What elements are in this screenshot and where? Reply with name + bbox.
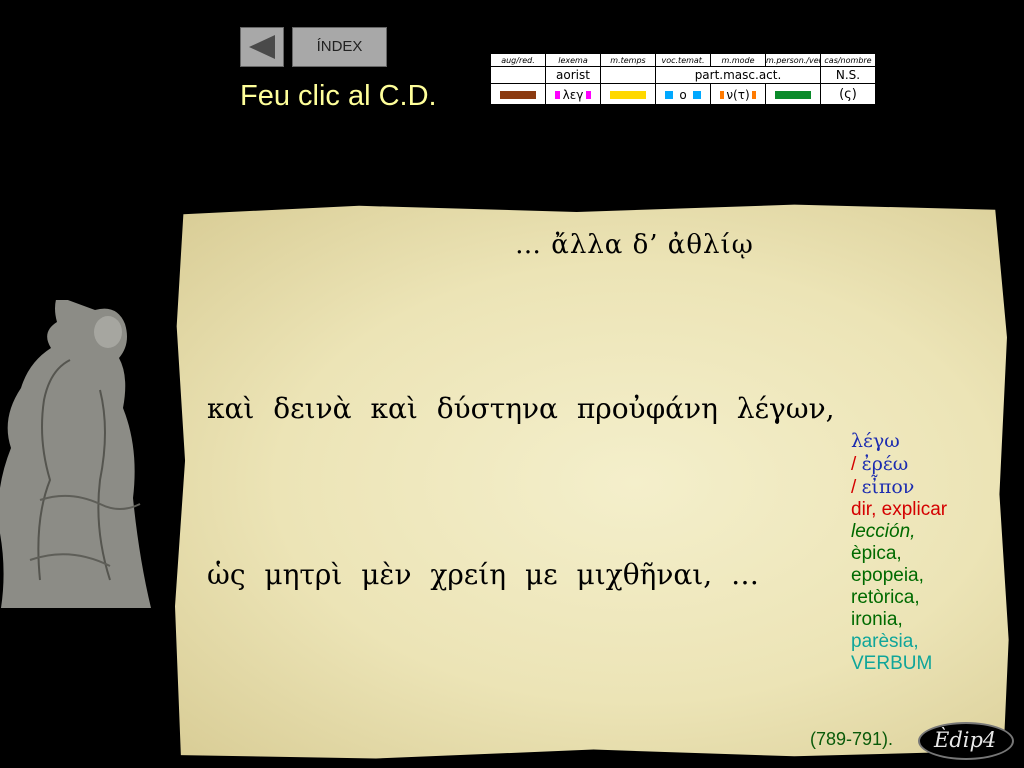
color-chip xyxy=(607,88,649,102)
derivative-paresia: parèsia, xyxy=(851,631,919,652)
color-cell-thematic: ο xyxy=(655,83,711,105)
index-button[interactable]: ÍNDEX xyxy=(292,27,387,67)
color-chip xyxy=(772,88,814,102)
cell-participle: part.masc.act. xyxy=(655,66,821,84)
header-person: m.person./veu xyxy=(765,53,821,67)
derivative-epopeia: epopeia, xyxy=(851,565,924,586)
cell-empty xyxy=(490,66,546,84)
meaning-explicar: explicar xyxy=(881,499,948,520)
derivative-verbum: VERBUM xyxy=(851,653,933,674)
color-cell-lexeme: λεγ xyxy=(545,83,601,105)
vocabulary-notes: λέγω / ἐρέω / εἶπον dir, explicar lecció… xyxy=(851,430,947,675)
back-arrow-icon xyxy=(249,35,275,59)
derivative-ironia: ironia, xyxy=(851,609,903,630)
slash-2: / xyxy=(851,477,857,498)
derivative-leccion: lección, xyxy=(851,521,916,542)
color-cell-tense xyxy=(600,83,656,105)
color-cell-person xyxy=(765,83,821,105)
mood-chip: ν(τ) xyxy=(717,88,759,102)
color-chip xyxy=(497,88,539,102)
thematic-chip: ο xyxy=(662,88,704,102)
meaning-dir: dir, xyxy=(851,499,877,520)
cell-case-value: N.S. xyxy=(820,66,876,84)
mood-text: ν(τ) xyxy=(724,88,752,102)
edip-badge: Èdip4 xyxy=(918,722,1014,760)
lexeme-chip: λεγ xyxy=(552,88,594,102)
greek-line-1: … ἄλλα δ’ ἀθλίῳ xyxy=(515,230,754,260)
greek-line-2: καὶ δεινὰ καὶ δύστηνα προὐφάνη λέγων, xyxy=(207,392,835,425)
derivative-retorica: retòrica, xyxy=(851,587,920,608)
greek-line-3: ὡς μητρὶ μὲν χρείη με μιχθῆναι, … xyxy=(207,558,760,591)
header-mood: m.mode xyxy=(710,53,766,67)
cell-empty xyxy=(600,66,656,84)
thematic-text: ο xyxy=(673,88,693,102)
header-thematic: voc.temat. xyxy=(655,53,711,67)
back-button[interactable] xyxy=(240,27,284,67)
cell-ending: (ς) xyxy=(820,83,876,105)
derivative-epica: èpica, xyxy=(851,543,902,564)
header-aug: aug/red. xyxy=(490,53,546,67)
color-cell-aug xyxy=(490,83,546,105)
morphology-table: aug/red. lexema m.temps voc.temat. m.mod… xyxy=(490,53,876,105)
header-tense: m.temps xyxy=(600,53,656,67)
header-case: cas/nombre xyxy=(820,53,876,67)
lemma-3: εἶπον xyxy=(861,476,915,498)
color-cell-mood: ν(τ) xyxy=(710,83,766,105)
lemma-1: λέγω xyxy=(851,430,900,452)
verse-citation: (789-791). xyxy=(810,729,894,749)
badge-label: Èdip4 xyxy=(934,728,997,752)
slash-1: / xyxy=(851,454,857,475)
click-instruction: Feu clic al C.D. xyxy=(240,80,437,112)
statue-image xyxy=(0,300,151,608)
header-lexeme: lexema xyxy=(545,53,601,67)
lemma-2: ἐρέω xyxy=(861,453,909,475)
lexeme-text: λεγ xyxy=(559,88,587,102)
cell-tense-value: aorist xyxy=(545,66,601,84)
